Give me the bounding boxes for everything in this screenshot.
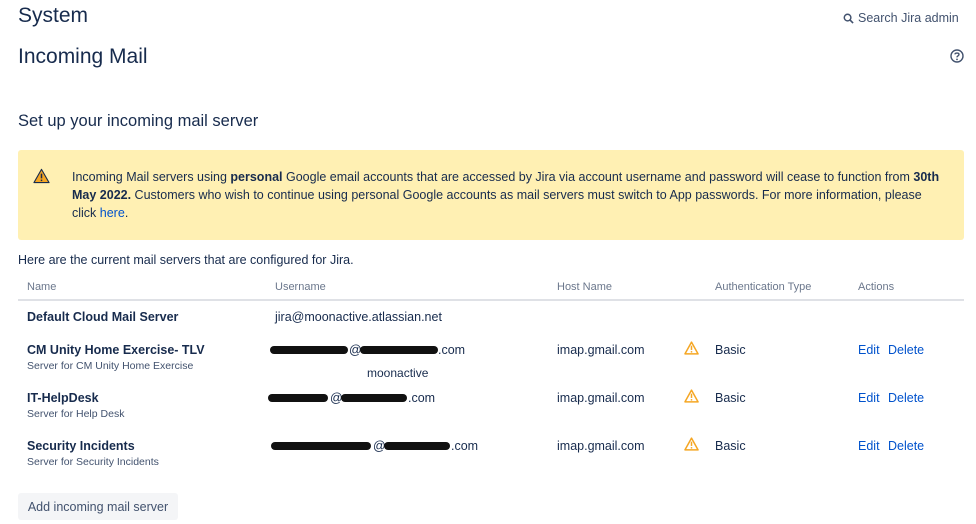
redaction-mark [384,442,450,450]
warning-icon [684,341,699,355]
system-title: System [18,4,89,27]
search-admin[interactable]: Search Jira admin [843,11,959,25]
search-icon [843,13,854,24]
mail-server-username-domain: .com [438,343,466,357]
mail-server-username-domain: .com [451,439,479,453]
edit-button[interactable]: Edit [858,391,880,405]
table-header-divider [18,299,964,301]
delete-button[interactable]: Delete [888,343,924,357]
mail-server-description: Server for Help Desk [27,408,125,420]
warning-icon [33,168,50,184]
edit-button[interactable]: Edit [858,439,880,453]
redaction-mark [271,442,371,450]
delete-button[interactable]: Delete [888,391,924,405]
warning-message: Incoming Mail servers using personal Goo… [72,170,940,220]
help-icon[interactable] [950,49,964,63]
mail-server-auth-type: Basic [715,343,746,357]
redaction-mark [268,394,328,402]
warning-more-info-link[interactable]: here [100,206,125,220]
mail-server-username-line2: moonactive [367,366,429,380]
column-header-name: Name [27,281,57,293]
page-title: Incoming Mail [18,45,148,68]
mail-server-host: imap.gmail.com [557,343,645,357]
add-incoming-mail-server-button[interactable]: Add incoming mail server [18,493,178,520]
search-label: Search Jira admin [858,11,959,25]
mail-server-description: Server for Security Incidents [27,456,159,468]
warning-banner: Incoming Mail servers using personal Goo… [18,150,964,240]
mail-server-auth-type: Basic [715,439,746,453]
redaction-mark [360,346,438,354]
redaction-mark [270,346,348,354]
edit-button[interactable]: Edit [858,343,880,357]
column-header-actions: Actions [858,281,895,293]
column-header-auth: Authentication Type [715,281,812,293]
warning-icon [684,389,699,403]
mail-server-username: jira@moonactive.atlassian.net [275,310,442,324]
mail-server-host: imap.gmail.com [557,439,645,453]
mail-server-username-domain: .com [408,391,436,405]
column-header-username: Username [275,281,326,293]
mail-server-host: imap.gmail.com [557,391,645,405]
mail-server-name: Default Cloud Mail Server [27,310,179,324]
column-header-host: Host Name [557,281,613,293]
intro-text: Here are the current mail servers that a… [18,253,354,267]
mail-server-name: Security Incidents [27,439,135,453]
delete-button[interactable]: Delete [888,439,924,453]
mail-server-description: Server for CM Unity Home Exercise [27,360,194,372]
mail-server-name: CM Unity Home Exercise- TLV [27,343,205,357]
redaction-mark [341,394,407,402]
mail-server-auth-type: Basic [715,391,746,405]
mail-server-name: IT-HelpDesk [27,391,99,405]
section-title: Set up your incoming mail server [18,112,259,130]
warning-icon [684,437,699,451]
